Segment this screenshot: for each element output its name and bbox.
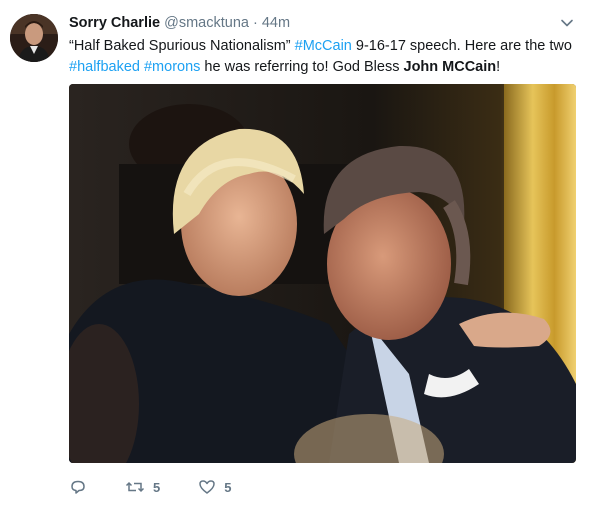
bold-name: John MCCain [403,59,497,75]
chevron-down-icon[interactable] [560,16,574,30]
user-handle[interactable]: @smacktuna [164,15,249,31]
tweet-text-segment: ! [496,59,501,75]
like-count: 5 [224,479,232,495]
heart-icon [199,480,215,494]
timestamp[interactable]: 44m [262,15,290,31]
reply-icon [71,480,85,494]
display-name[interactable]: Sorry Charlie [69,15,160,31]
retweet-icon [125,481,145,493]
avatar-image [10,14,58,62]
hashtag-halfbaked[interactable]: #halfbaked [69,59,140,75]
separator-dot: · [252,15,258,31]
like-button[interactable]: 5 [198,478,231,496]
retweet-button[interactable]: 5 [125,478,160,496]
avatar[interactable] [10,14,58,62]
tweet-text-segment: “Half Baked Spurious Nationalism” [69,38,295,54]
reply-button[interactable] [69,478,87,496]
tweet-header: Sorry Charlie @smacktuna · 44m [69,14,290,32]
hashtag-morons[interactable]: #morons [144,59,200,75]
tweet-photo[interactable] [69,84,576,463]
hashtag-mccain[interactable]: #McCain [295,38,352,54]
tweet-text-segment: 9-16-17 speech. Here are the two [351,38,572,54]
tweet-actions: 5 5 [69,476,269,498]
retweet-count: 5 [153,479,161,495]
tweet-card[interactable]: Sorry Charlie @smacktuna · 44m “Half Bak… [0,0,594,509]
photo-illustration [69,84,576,463]
tweet-text-segment: he was referring to! God Bless [200,59,404,75]
tweet-text: “Half Baked Spurious Nationalism” #McCai… [69,36,579,78]
